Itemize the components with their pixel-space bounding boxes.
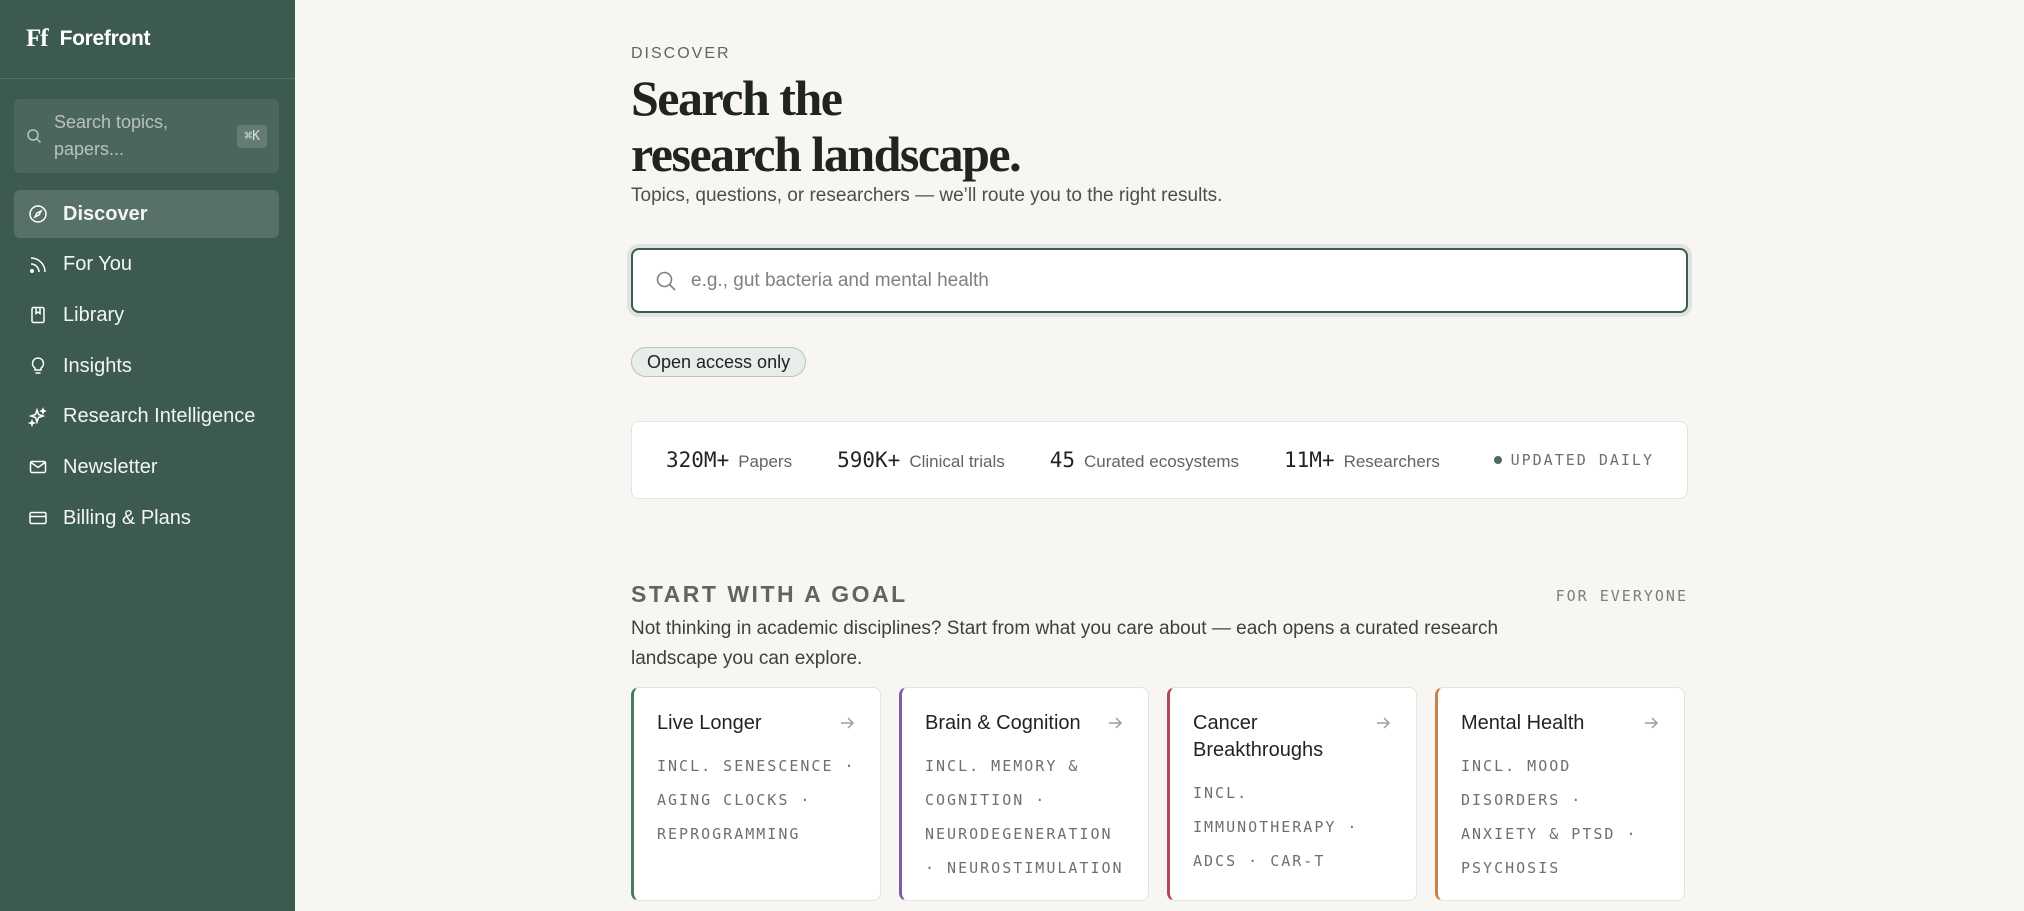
- bookmark-book-icon: [31, 307, 45, 324]
- sidebar-item-for-you[interactable]: For You: [14, 241, 279, 289]
- updated-label: UPDATED DAILY: [1510, 451, 1654, 469]
- sidebar-item-label: Library: [63, 303, 125, 326]
- arrow-right-icon: [1377, 717, 1391, 729]
- page-title: Search the research landscape.: [631, 70, 1331, 182]
- rss-icon: [30, 256, 46, 273]
- status-dot-icon: [1493, 456, 1502, 464]
- goal-card-tags: INCL. MOOD DISORDERS · ANXIETY & PTSD · …: [1461, 757, 1638, 877]
- sidebar-item-billing[interactable]: Billing & Plans: [14, 494, 279, 542]
- updated-badge: UPDATED DAILY: [1493, 451, 1654, 469]
- goal-card-tags: INCL. MEMORY & COGNITION · NEURODEGENERA…: [925, 757, 1124, 877]
- section-heading: START WITH A GOAL: [631, 581, 908, 607]
- arrow-right-icon: [1109, 717, 1123, 729]
- main-search[interactable]: [631, 248, 1688, 313]
- goal-card-brain-cognition[interactable]: Brain & Cognition INCL. MEMORY & COGNITI…: [899, 687, 1149, 901]
- stat-researchers: 11M+ Researchers: [1284, 448, 1440, 472]
- goal-card-title: Live Longer: [657, 712, 762, 734]
- page-subtitle: Topics, questions, or researchers — we’l…: [631, 185, 1223, 206]
- goal-card-title: Cancer Breakthroughs: [1193, 712, 1324, 761]
- goal-card-tags: INCL. IMMUNOTHERAPY · ADCS · CAR-T: [1193, 784, 1359, 870]
- search-icon: [27, 129, 42, 144]
- goal-card-mental-health[interactable]: Mental Health INCL. MOOD DISORDERS · ANX…: [1435, 687, 1685, 901]
- stat-number: 45: [1049, 448, 1076, 472]
- stat-number: 320M+: [666, 448, 730, 472]
- goal-card-title: Mental Health: [1461, 712, 1585, 734]
- search-input[interactable]: [691, 269, 1591, 292]
- stat-label: Papers: [738, 452, 793, 471]
- stat-clinical-trials: 590K+ Clinical trials: [837, 448, 1005, 472]
- goal-card-tags: INCL. SENESCENCE · AGING CLOCKS · REPROG…: [657, 757, 856, 843]
- stat-ecosystems: 45 Curated ecosystems: [1050, 448, 1239, 472]
- goal-card-cancer-breakthroughs[interactable]: Cancer Breakthroughs INCL. IMMUNOTHERAPY…: [1167, 687, 1417, 901]
- goal-card-title: Brain & Cognition: [925, 712, 1081, 734]
- section-description: Not thinking in academic disciplines? St…: [631, 618, 1499, 669]
- credit-card-icon: [29, 511, 47, 525]
- sparkles-icon: [28, 406, 47, 427]
- sidebar-item-label: Insights: [63, 354, 132, 377]
- compass-icon: [29, 205, 47, 223]
- page-eyebrow: DISCOVER: [631, 45, 731, 62]
- sidebar-item-discover[interactable]: Discover: [14, 190, 279, 238]
- sidebar: Ff Forefront Search topics, papers... ⌘K…: [0, 0, 295, 911]
- stat-label: Researchers: [1343, 452, 1440, 471]
- page-title-line-1: Search the: [631, 70, 843, 126]
- section-tag: FOR EVERYONE: [1555, 587, 1688, 605]
- sidebar-item-label: Newsletter: [63, 455, 158, 478]
- sidebar-item-label: Research Intelligence: [63, 405, 256, 428]
- mail-icon: [29, 461, 47, 474]
- stat-label: Clinical trials: [909, 452, 1005, 471]
- stats-bar: 320M+ Papers 590K+ Clinical trials 45 Cu…: [631, 421, 1688, 499]
- goal-cards: Live Longer INCL. SENESCENCE · AGING CLO…: [631, 687, 1688, 901]
- open-access-filter[interactable]: Open access only: [631, 347, 807, 377]
- goal-card-live-longer[interactable]: Live Longer INCL. SENESCENCE · AGING CLO…: [631, 687, 881, 901]
- sidebar-nav: Discover For You Library Insights Resear…: [14, 190, 279, 545]
- stat-number: 590K+: [837, 448, 901, 472]
- brand-logo: Ff: [26, 25, 49, 52]
- brand-name: Forefront: [59, 27, 151, 50]
- page-title-line-2: research landscape.: [631, 126, 1022, 182]
- sidebar-item-label: For You: [63, 253, 132, 276]
- brand[interactable]: Ff Forefront: [0, 0, 295, 79]
- stat-papers: 320M+ Papers: [666, 448, 792, 472]
- arrow-right-icon: [1645, 717, 1659, 729]
- sidebar-search[interactable]: Search topics, papers... ⌘K: [14, 99, 279, 173]
- stat-number: 11M+: [1283, 448, 1335, 472]
- sidebar-item-insights[interactable]: Insights: [14, 342, 279, 390]
- lightbulb-icon: [31, 357, 45, 374]
- arrow-right-icon: [841, 717, 855, 729]
- sidebar-search-placeholder: Search topics, papers...: [54, 112, 169, 159]
- stat-label: Curated ecosystems: [1084, 452, 1239, 471]
- sidebar-item-label: Discover: [63, 202, 148, 225]
- search-icon: [656, 271, 676, 291]
- sidebar-item-label: Billing & Plans: [63, 506, 191, 529]
- shortcut-badge: ⌘K: [237, 124, 267, 148]
- sidebar-item-library[interactable]: Library: [14, 291, 279, 339]
- sidebar-item-research-intelligence[interactable]: Research Intelligence: [14, 393, 279, 441]
- sidebar-item-newsletter[interactable]: Newsletter: [14, 443, 279, 491]
